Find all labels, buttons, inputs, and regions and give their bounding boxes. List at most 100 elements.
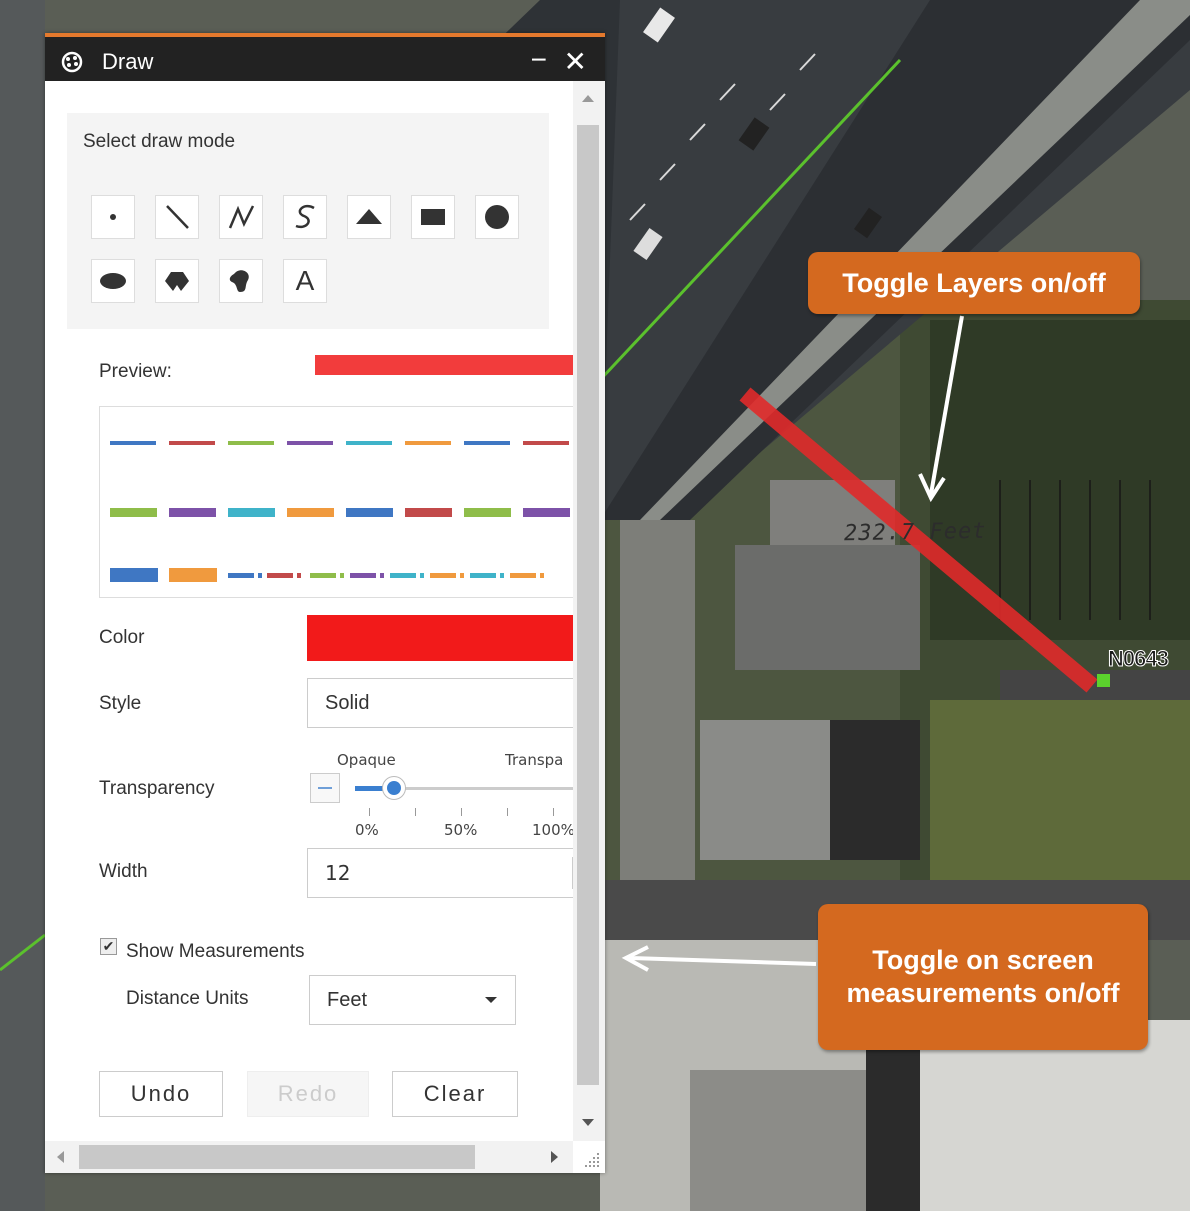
point-tool-button[interactable] [91,195,135,239]
line-style-samples[interactable] [100,407,573,598]
horizontal-scrollbar[interactable] [45,1141,573,1173]
triangle-icon [356,209,382,224]
show-measurements-label: Show Measurements [126,941,305,962]
transparency-label: Transparency [99,778,215,799]
line-style-sample[interactable] [287,508,334,517]
line-style-sample[interactable] [523,441,569,445]
polyline-tool-button[interactable] [219,195,263,239]
line-style-sample[interactable] [350,573,376,578]
callout-toggle-measurements: Toggle on screen measurements on/off [818,904,1148,1050]
style-select[interactable]: Solid [307,678,573,728]
transparency-slider-handle[interactable] [381,776,406,800]
redo-button[interactable]: Redo [247,1071,369,1117]
line-style-sample[interactable] [340,573,344,578]
slider-tick [507,808,508,816]
line-style-sample[interactable] [110,508,157,517]
line-style-sample[interactable] [310,573,336,578]
clear-button[interactable]: Clear [392,1071,518,1117]
line-style-sample[interactable] [464,508,511,517]
freehand-line-tool-button[interactable] [283,195,327,239]
line-style-sample[interactable] [287,441,333,445]
line-style-sample[interactable] [228,441,274,445]
line-style-sample[interactable] [390,573,416,578]
line-style-sample[interactable] [500,573,504,578]
vertical-scroll-thumb[interactable] [577,125,599,1085]
transparency-decrement-button[interactable] [310,773,340,803]
ellipse-tool-button[interactable] [91,259,135,303]
panel-header[interactable]: Draw − ✕ [45,33,605,81]
line-style-sample[interactable] [110,568,158,582]
line-style-sample[interactable] [169,508,216,517]
panel-title: Draw [102,49,154,74]
preview-swatch [315,355,573,375]
slider-caption-transparent: Transpa [505,751,564,769]
freehand-polygon-tool-button[interactable] [219,259,263,303]
line-style-sample[interactable] [346,441,392,445]
line-style-sample[interactable] [169,441,215,445]
line-style-sample[interactable] [405,441,451,445]
line-style-sample[interactable] [510,573,536,578]
slider-tick-label: 50% [444,821,478,839]
slider-tick [553,808,554,816]
freehand-polygon-icon [229,270,249,292]
width-label: Width [99,861,148,882]
line-style-sample[interactable] [228,508,275,517]
show-measurements-checkbox[interactable]: ✔ [100,938,117,955]
scroll-down-arrow-icon[interactable] [582,1119,594,1126]
scroll-left-arrow-icon[interactable] [57,1151,64,1163]
line-style-gallery[interactable] [99,406,573,598]
scroll-right-arrow-icon[interactable] [551,1151,558,1163]
color-label: Color [99,627,145,648]
text-icon: A [295,265,315,296]
text-tool-button[interactable]: A [283,259,327,303]
line-style-sample[interactable] [258,573,262,578]
distance-units-select[interactable]: Feet [309,975,516,1025]
chevron-down-icon [485,997,497,1003]
width-input[interactable]: 12 [307,848,573,898]
line-style-sample[interactable] [523,508,570,517]
line-style-sample[interactable] [346,508,393,517]
line-style-sample[interactable] [267,573,293,578]
panel-body: Select draw mode A Preview: Color Style … [45,81,573,1141]
distance-units-value: Feet [327,988,368,1011]
line-style-sample[interactable] [297,573,301,578]
slider-tick [369,808,370,816]
line-style-sample[interactable] [464,441,510,445]
horizontal-scroll-thumb[interactable] [79,1145,475,1169]
scroll-up-arrow-icon[interactable] [582,95,594,102]
line-tool-button[interactable] [155,195,199,239]
slider-tick-label: 0% [355,821,379,839]
undo-button[interactable]: Undo [99,1071,223,1117]
line-style-sample[interactable] [110,441,156,445]
vertical-scrollbar[interactable] [573,81,605,1141]
line-style-sample[interactable] [405,508,452,517]
polygon-tool-button[interactable] [155,259,199,303]
line-style-sample[interactable] [420,573,424,578]
minimize-icon[interactable]: − [531,44,547,76]
point-icon [110,214,116,220]
polyline-icon [228,205,255,229]
line-style-sample[interactable] [169,568,217,582]
triangle-tool-button[interactable] [347,195,391,239]
line-style-sample[interactable] [460,573,464,578]
polygon-icon [165,272,189,291]
color-picker[interactable] [307,615,573,661]
rectangle-tool-button[interactable] [411,195,455,239]
line-style-sample[interactable] [470,573,496,578]
width-value: 12 [325,861,351,885]
circle-tool-button[interactable] [475,195,519,239]
line-style-sample[interactable] [540,573,544,578]
line-style-sample[interactable] [228,573,254,578]
resize-grip-icon[interactable] [581,1149,601,1169]
slider-caption-opaque: Opaque [337,751,396,769]
draw-widget-icon [61,51,83,73]
draw-panel: Draw − ✕ Select draw mode A Preview: Col… [45,33,605,1173]
style-label: Style [99,693,142,714]
ellipse-icon [100,273,126,289]
line-style-sample[interactable] [430,573,456,578]
parcel-label: N0643 [1108,646,1170,672]
close-icon[interactable]: ✕ [564,45,587,78]
draw-mode-title: Select draw mode [83,131,236,152]
line-style-sample[interactable] [380,573,384,578]
line-icon [166,205,189,229]
